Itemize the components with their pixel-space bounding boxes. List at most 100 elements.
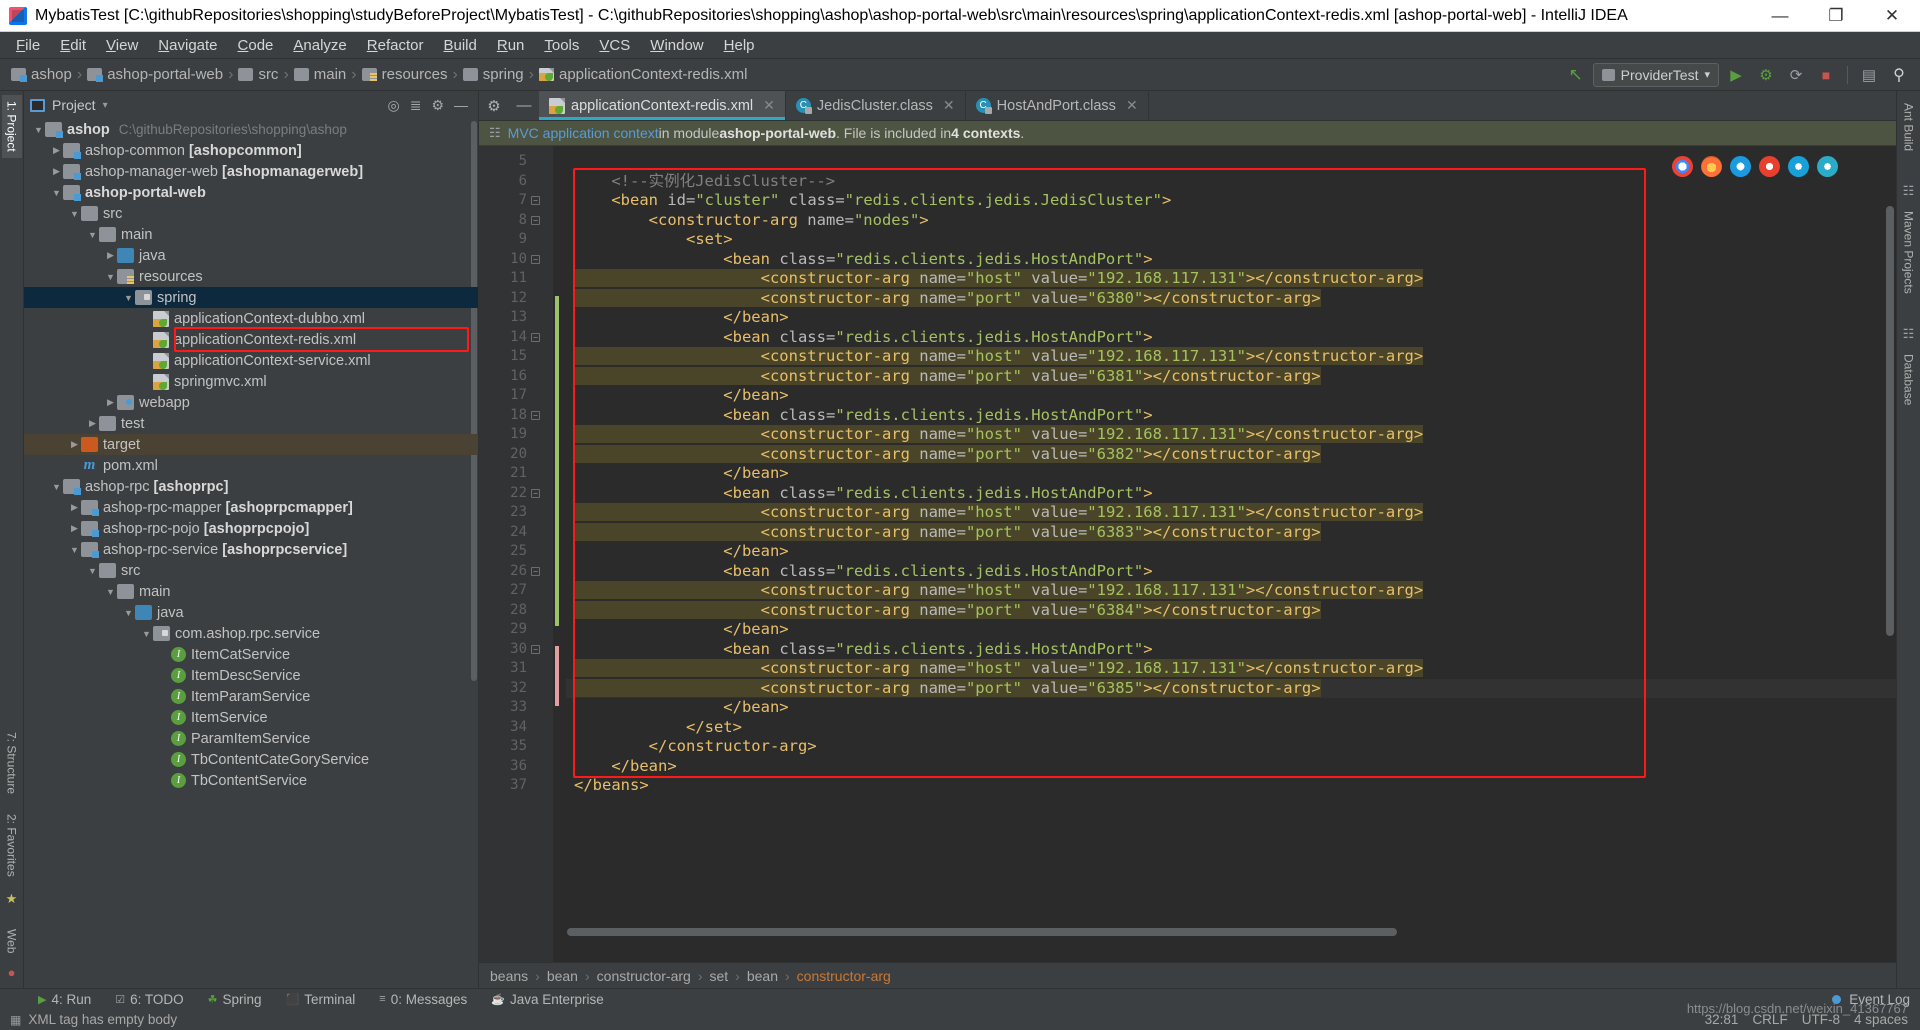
tool-window-tab-favorites[interactable]: 2: Favorites: [2, 808, 22, 883]
tree-item-main[interactable]: ▼ main: [24, 581, 478, 602]
settings-gear-icon[interactable]: ⚙: [431, 97, 444, 114]
chevron-down-icon[interactable]: ▼: [68, 545, 81, 555]
safari-icon[interactable]: [1730, 156, 1751, 177]
tree-item-target[interactable]: ▶ target: [24, 434, 478, 455]
tree-item-ashop-rpc-mapper[interactable]: ▶ ashop-rpc-mapper [ashoprpcmapper]: [24, 497, 478, 518]
web-icon[interactable]: ●: [8, 965, 16, 980]
tool-window-tab-database[interactable]: Database: [1899, 348, 1919, 411]
tree-item-pom-xml[interactable]: m pom.xml: [24, 455, 478, 476]
code-line[interactable]: </bean>: [566, 308, 1896, 328]
tree-item-ashop[interactable]: ▼ ashop C:\githubRepositories\shopping\ash…: [24, 119, 478, 140]
breadcrumb-bean[interactable]: bean: [744, 968, 781, 984]
code-line[interactable]: <constructor-arg name="host" value="192.…: [566, 503, 1896, 523]
chevron-down-icon[interactable]: ▾: [103, 100, 108, 111]
chevron-down-icon[interactable]: ▼: [122, 608, 135, 618]
editor-tab-hostandport-class[interactable]: C HostAndPort.class ✕: [966, 91, 1149, 120]
code-line[interactable]: <bean class="redis.clients.jedis.HostAnd…: [566, 640, 1896, 660]
code-fold-toggle[interactable]: −: [531, 488, 540, 498]
chevron-down-icon[interactable]: ▼: [50, 188, 63, 198]
chevron-right-icon[interactable]: ▶: [50, 145, 63, 156]
menu-item-refactor[interactable]: Refactor: [357, 34, 434, 57]
indent-setting[interactable]: 4 spaces: [1854, 1012, 1908, 1027]
editor-tab-applicationcontext-redis-xml[interactable]: applicationContext-redis.xml ✕: [539, 91, 786, 120]
navbar-crumb-ashop-portal-web[interactable]: ashop-portal-web: [84, 66, 226, 83]
editor-horizontal-scrollbar[interactable]: [567, 928, 1876, 936]
tree-item-ashop-rpc[interactable]: ▼ ashop-rpc [ashoprpc]: [24, 476, 478, 497]
code-fold-toggle[interactable]: −: [531, 566, 540, 576]
menu-item-window[interactable]: Window: [640, 34, 713, 57]
caret-position[interactable]: 32:81: [1705, 1012, 1739, 1027]
tree-item-src[interactable]: ▼ src: [24, 560, 478, 581]
hide-panel-icon[interactable]: —: [454, 97, 468, 114]
tree-item-tbcontentcategoryservice[interactable]: I TbContentCateGoryService: [24, 749, 478, 770]
code-line[interactable]: <constructor-arg name="host" value="192.…: [566, 425, 1896, 445]
tree-item-springmvc-xml[interactable]: springmvc.xml: [24, 371, 478, 392]
breadcrumb-constructor-arg[interactable]: constructor-arg: [794, 968, 894, 984]
chevron-down-icon[interactable]: ▼: [104, 272, 117, 282]
code-line[interactable]: <bean class="redis.clients.jedis.HostAnd…: [566, 406, 1896, 426]
menu-item-analyze[interactable]: Analyze: [283, 34, 356, 57]
close-button[interactable]: ✕: [1864, 0, 1920, 31]
navbar-crumb-resources[interactable]: resources: [359, 66, 451, 83]
tree-item-ashop-portal-web[interactable]: ▼ ashop-portal-web: [24, 182, 478, 203]
code-fold-toggle[interactable]: −: [531, 254, 540, 264]
menu-item-navigate[interactable]: Navigate: [148, 34, 227, 57]
tool-window-tab-web[interactable]: Web: [2, 923, 22, 959]
tree-item-resources[interactable]: ▼ resources: [24, 266, 478, 287]
code-line[interactable]: <bean class="redis.clients.jedis.HostAnd…: [566, 250, 1896, 270]
line-number-gutter[interactable]: 5 6 7 8 9 10 11 12 13 14 15 16 17 18 19 20 21 22 23 24 25 26 2…: [479, 146, 553, 962]
breadcrumb-bean[interactable]: bean: [544, 968, 581, 984]
menu-item-run[interactable]: Run: [487, 34, 535, 57]
breadcrumb-constructor-arg[interactable]: constructor-arg: [594, 968, 694, 984]
chevron-right-icon[interactable]: ▶: [50, 166, 63, 177]
maximize-button[interactable]: ❐: [1808, 0, 1864, 31]
menu-item-file[interactable]: File: [6, 34, 50, 57]
code-line[interactable]: <constructor-arg name="port" value="6383…: [566, 522, 1896, 543]
menu-item-edit[interactable]: Edit: [50, 34, 96, 57]
bottom-tab-6--todo[interactable]: ☑ 6: TODO: [103, 992, 195, 1007]
editor-tab-jediscluster-class[interactable]: C JedisCluster.class ✕: [786, 91, 966, 120]
tree-item-src[interactable]: ▼ src: [24, 203, 478, 224]
code-fold-toggle[interactable]: −: [531, 410, 540, 420]
code-line[interactable]: <constructor-arg name="port" value="6384…: [566, 600, 1896, 621]
chevron-down-icon[interactable]: ▼: [32, 125, 45, 135]
code-line[interactable]: <bean class="redis.clients.jedis.HostAnd…: [566, 484, 1896, 504]
code-fold-toggle[interactable]: −: [531, 196, 540, 205]
bottom-tab-java-enterprise[interactable]: ☕ Java Enterprise: [479, 992, 616, 1007]
code-line[interactable]: </bean>: [566, 620, 1896, 640]
mvc-context-link[interactable]: MVC application context: [508, 125, 659, 141]
code-line[interactable]: <bean class="redis.clients.jedis.HostAnd…: [566, 328, 1896, 348]
code-editor[interactable]: 5 6 7 8 9 10 11 12 13 14 15 16 17 18 19 20 21 22 23 24 25 26 2…: [479, 146, 1896, 962]
tree-item-ashop-manager-web[interactable]: ▶ ashop-manager-web [ashopmanagerweb]: [24, 161, 478, 182]
menu-item-tools[interactable]: Tools: [534, 34, 589, 57]
code-line[interactable]: <constructor-arg name="port" value="6381…: [566, 366, 1896, 387]
code-line[interactable]: </bean>: [566, 698, 1896, 718]
chevron-right-icon[interactable]: ▶: [104, 397, 117, 408]
close-tab-icon[interactable]: ✕: [763, 97, 775, 114]
chevron-down-icon[interactable]: ▼: [122, 293, 135, 303]
chevron-right-icon[interactable]: ▶: [68, 523, 81, 534]
editor-settings-icon[interactable]: ⚙: [479, 91, 509, 120]
tree-item-applicationcontext-service-xml[interactable]: applicationContext-service.xml: [24, 350, 478, 371]
menu-item-vcs[interactable]: VCS: [589, 34, 640, 57]
tool-window-tab-maven-projects[interactable]: Maven Projects: [1899, 205, 1919, 300]
tree-item-itemservice[interactable]: I ItemService: [24, 707, 478, 728]
code-line[interactable]: <constructor-arg name="nodes">: [566, 211, 1896, 231]
code-line[interactable]: </bean>: [566, 757, 1896, 777]
chevron-down-icon[interactable]: ▼: [86, 230, 99, 240]
chevron-down-icon[interactable]: ▼: [86, 566, 99, 576]
code-line[interactable]: <constructor-arg name="host" value="192.…: [566, 347, 1896, 367]
back-arrow-icon[interactable]: ↖: [1563, 63, 1589, 87]
tree-item-tbcontentservice[interactable]: I TbContentService: [24, 770, 478, 791]
chevron-right-icon[interactable]: ▶: [68, 439, 81, 450]
navbar-crumb-main[interactable]: main: [291, 66, 350, 83]
tree-item-itemcatservice[interactable]: I ItemCatService: [24, 644, 478, 665]
edge-icon[interactable]: [1817, 156, 1838, 177]
code-fold-toggle[interactable]: −: [531, 215, 540, 225]
code-line[interactable]: </bean>: [566, 542, 1896, 562]
tool-window-tab-project[interactable]: 1: Project: [1, 95, 22, 158]
tool-window-tab-ant-build[interactable]: Ant Build: [1899, 97, 1919, 157]
favorites-star-icon[interactable]: ★: [6, 891, 18, 907]
editor-hide-icon[interactable]: —: [509, 91, 539, 120]
code-text[interactable]: <!--实例化JedisCluster--> <bean id="cluster…: [566, 146, 1896, 962]
